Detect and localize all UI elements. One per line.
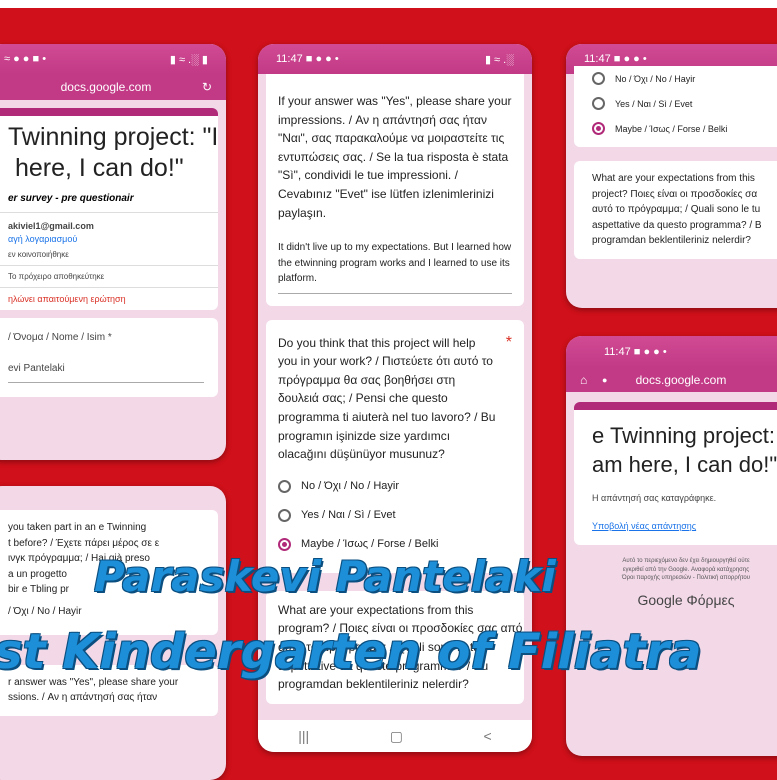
form-title: Twinning project: "I here, I can do!" [8,123,219,183]
phone-left: ≈ ● ● ■ • ▮ ≈ .░ ▮ docs.google.com ↻ Twinn… [0,44,226,460]
help-work-card: * Do you think that this project will he… [266,319,524,573]
option-no-label: No / Όχι / No / Hayir [301,480,400,493]
status-right-icons: ▮ ≈ .░ [484,53,514,66]
option-no[interactable]: No / Όχι / No / Hayir [592,72,776,85]
submit-another-link[interactable]: Υποβολή νέας απάντησης [592,521,777,531]
radio-maybe-selected[interactable] [278,537,291,551]
option-no[interactable]: / Όχι / No / Hayir [8,606,204,617]
share-impressions-card: If your answer was "Yes", please share y… [266,74,524,306]
overlay-school-text: st Kindergarten of Filiatra [0,624,702,680]
disclaimer-text: Αυτό το περιεχόμενο δεν έχει δημιουργηθε… [622,558,750,581]
radio-no[interactable] [592,72,605,85]
name-question-card: / Όνομα / Nome / Isim * evi Pantelaki [0,317,218,397]
overlay-name-text: Paraskevi Pantelaki [94,552,556,601]
google-forms-logo: Google Φόρμες [637,592,735,609]
home-button[interactable]: ▢ [390,728,403,745]
radio-no[interactable] [278,479,291,493]
account-email: akiviel1@gmail.com [8,220,94,231]
top-border [0,0,777,8]
status-bar: 11:47 ■ ● ● • ▮ ≈ .░ [258,44,532,74]
draft-saved-note: Το πρόχειρο αποθηκεύτηκε [8,271,105,281]
phone-right-bottom: 11:47 ■ ● ● • ⌂ ● docs.google.com e Twin… [566,336,777,756]
clock: 11:47 [276,53,303,65]
home-icon[interactable]: ⌂ [580,373,587,387]
name-answer-field[interactable]: evi Pantelaki [8,363,204,383]
option-no[interactable]: No / Όχι / No / Hayir [278,479,512,493]
status-bar: ≈ ● ● ■ • ▮ ≈ .░ ▮ [0,44,226,74]
name-question-label: / Όνομα / Nome / Isim * [8,331,112,343]
reload-icon[interactable]: ↻ [202,80,212,94]
clock: 11:47 [584,53,611,65]
nav-bar: ||| ▢ < [258,720,532,752]
form-subtitle: er survey - pre questionair [8,192,134,204]
status-bar: 11:47 ■ ● ● • [566,336,777,368]
url-bar[interactable]: docs.google.com ↻ [0,74,226,100]
response-recorded-text: Η απάντησή σας καταγράφηκε. [592,493,717,504]
url-text: docs.google.com [635,373,727,387]
help-work-question: Do you think that this project will help… [278,335,496,462]
share-impressions-answer[interactable]: It didn't live up to my expectations. Bu… [278,240,512,294]
option-yes-label: Yes / Ναι / Sì / Evet [615,98,693,109]
expectations-question: What are your expectations from this pro… [592,173,762,246]
option-no-label: / Όχι / No / Hayir [8,605,82,617]
option-maybe-label: Maybe / Ίσως / Forse / Belki [615,123,728,134]
form-title: e Twinning project: am here, I can do!" [592,423,777,477]
url-bar[interactable]: ⌂ ● docs.google.com [566,368,777,392]
status-icons: ■ ● ● • [305,53,339,65]
status-icons: ■ ● ● • [633,346,667,358]
option-yes[interactable]: Yes / Ναι / Sì / Evet [592,97,776,110]
phone-right-top: 11:47 ■ ● ● • No / Όχι / No / Hayir Yes … [566,44,777,308]
back-button[interactable]: < [484,728,492,744]
not-shared-note: εν κοινοποιήθηκε [8,249,69,259]
url-text: docs.google.com [60,80,152,94]
status-right-icons: ▮ ≈ .░ ▮ [169,53,208,66]
recent-apps-button[interactable]: ||| [298,728,309,744]
option-maybe[interactable]: Maybe / Ίσως / Forse / Belki [278,537,512,551]
options-card: No / Όχι / No / Hayir Yes / Ναι / Sì / E… [574,66,777,147]
share-impressions-question: If your answer was "Yes", please share y… [278,94,512,220]
option-no-label: No / Όχι / No / Hayir [615,73,696,84]
option-yes-label: Yes / Ναι / Sì / Evet [301,509,396,522]
radio-yes[interactable] [592,97,605,110]
status-icons: ■ ● ● • [613,53,647,65]
radio-yes[interactable] [278,508,291,522]
form-header-card: Twinning project: "I here, I can do!" er… [0,108,218,310]
clock: 11:47 [604,346,631,358]
switch-account-link[interactable]: αγή λογαριασμού [8,234,208,244]
lock-icon: ● [602,375,608,385]
expectations-card: What are your expectations from this pro… [574,161,777,259]
option-maybe-label: Maybe / Ίσως / Forse / Belki [301,538,439,551]
status-icons: ≈ ● ● ■ • [4,53,47,65]
confirmation-card: e Twinning project: am here, I can do!" … [574,402,777,546]
radio-maybe-selected[interactable] [592,122,605,135]
option-maybe[interactable]: Maybe / Ίσως / Forse / Belki [592,122,776,135]
required-asterisk: * [505,333,512,351]
option-yes[interactable]: Yes / Ναι / Sì / Evet [278,508,512,522]
required-note: ηλώνει απαιτούμενη ερώτηση [8,293,126,304]
